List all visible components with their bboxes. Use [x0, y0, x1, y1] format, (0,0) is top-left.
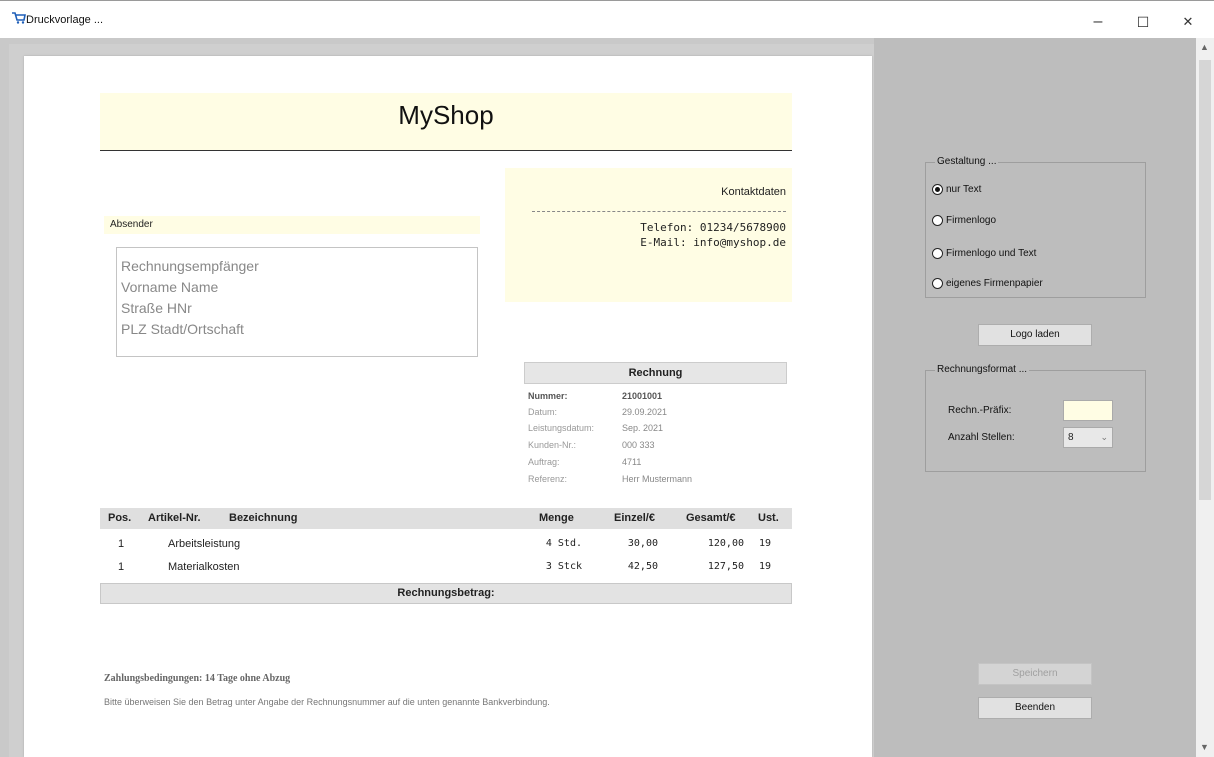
column-header-description: Bezeichnung: [229, 512, 298, 524]
invoice-heading: Rechnung: [524, 362, 787, 384]
radio-checked-icon[interactable]: [932, 184, 943, 195]
radio-icon[interactable]: [932, 248, 943, 259]
radio-icon[interactable]: [932, 215, 943, 226]
item-pos: 1: [118, 561, 125, 573]
payment-note: Bitte überweisen Sie den Betrag unter An…: [104, 697, 550, 707]
close-button[interactable]: ✕: [1168, 9, 1208, 35]
format-groupbox: [925, 370, 1146, 472]
detail-label: Datum:: [528, 407, 558, 417]
invoice-page: [24, 56, 872, 757]
shop-name: MyShop: [398, 100, 494, 130]
scrollbar-thumb[interactable]: [1199, 60, 1211, 500]
item-quantity: 3 Stck: [545, 561, 582, 572]
recipient-address-box: Rechnungsempfänger Vorname Name Straße H…: [116, 247, 478, 357]
recipient-line: Rechnungsempfänger: [121, 258, 259, 274]
item-total: 120,00: [707, 538, 744, 549]
item-vat: 19: [759, 561, 772, 572]
minimize-button[interactable]: –: [1078, 9, 1118, 35]
scroll-down-arrow-icon[interactable]: ▼: [1200, 742, 1209, 752]
total-label: Rechnungsbetrag:: [397, 587, 495, 599]
title-bar: Druckvorlage ... – ☐ ✕: [0, 0, 1214, 38]
item-total: 127,50: [707, 561, 744, 572]
item-quantity: 4 Std.: [545, 538, 582, 549]
window-title: Druckvorlage ...: [26, 14, 104, 26]
scroll-up-arrow-icon[interactable]: ▲: [1200, 42, 1209, 52]
contact-title: Kontaktdaten: [721, 186, 786, 198]
digits-label: Anzahl Stellen:: [948, 432, 1015, 443]
recipient-line: PLZ Stadt/Ortschaft: [121, 321, 244, 337]
payment-terms: Zahlungsbedingungen: 14 Tage ohne Abzug: [104, 673, 291, 684]
maximize-button[interactable]: ☐: [1123, 9, 1163, 35]
chevron-down-icon: ⌄: [1100, 432, 1108, 442]
option-label: nur Text: [946, 184, 982, 195]
contact-phone: Telefon: 01234/5678900: [640, 221, 786, 234]
option-logo[interactable]: Firmenlogo: [932, 215, 996, 226]
detail-value: Sep. 2021: [622, 423, 664, 433]
detail-label: Auftrag:: [528, 457, 560, 467]
column-header-total: Gesamt/€: [686, 512, 736, 524]
shopping-cart-icon: [12, 12, 26, 24]
item-unit-price: 42,50: [627, 561, 658, 572]
sender-band: [104, 216, 480, 234]
option-logo-and-text[interactable]: Firmenlogo und Text: [932, 248, 1036, 259]
prefix-label: Rechn.-Präfix:: [948, 405, 1012, 416]
detail-value: 000 333: [622, 440, 655, 450]
option-own-letterhead[interactable]: eigenes Firmenpapier: [932, 278, 1043, 289]
option-text-only[interactable]: nur Text: [932, 184, 981, 195]
recipient-line: Straße HNr: [121, 300, 192, 316]
prefix-input[interactable]: [1063, 400, 1113, 421]
recipient-line: Vorname Name: [121, 279, 219, 295]
sender-label: Absender: [110, 219, 153, 230]
detail-label: Leistungsdatum:: [528, 423, 595, 433]
radio-icon[interactable]: [932, 278, 943, 289]
detail-label: Referenz:: [528, 474, 568, 484]
item-description: Materialkosten: [168, 561, 240, 573]
save-button[interactable]: Speichern: [978, 663, 1092, 685]
detail-value: 21001001: [622, 391, 663, 401]
column-header-article: Artikel-Nr.: [148, 512, 201, 524]
detail-value: 4711: [622, 457, 642, 467]
detail-value: 29.09.2021: [622, 407, 668, 417]
item-description: Arbeitsleistung: [168, 538, 241, 550]
detail-label: Nummer:: [528, 391, 568, 401]
digits-select[interactable]: 8 ⌄: [1063, 427, 1113, 448]
item-unit-price: 30,00: [627, 538, 658, 549]
option-label: eigenes Firmenpapier: [946, 278, 1043, 289]
load-logo-button[interactable]: Logo laden: [978, 324, 1092, 346]
item-vat: 19: [759, 538, 772, 549]
quit-button[interactable]: Beenden: [978, 697, 1092, 719]
column-header-quantity: Menge: [539, 512, 574, 524]
detail-label: Kunden-Nr.:: [528, 440, 577, 450]
column-header-unit-price: Einzel/€: [614, 512, 655, 524]
option-label: Firmenlogo: [946, 215, 997, 226]
column-header-vat: Ust.: [758, 512, 779, 524]
item-pos: 1: [118, 538, 125, 550]
column-header-pos: Pos.: [108, 512, 132, 524]
format-group-label: Rechnungsformat ...: [935, 364, 1030, 375]
detail-value: Herr Mustermann: [622, 474, 693, 484]
vertical-scrollbar[interactable]: ▲ ▼: [1196, 38, 1214, 757]
contact-email: E-Mail: info@myshop.de: [640, 236, 786, 249]
digits-value: 8: [1068, 432, 1074, 443]
option-label: Firmenlogo und Text: [946, 248, 1037, 259]
design-group-label: Gestaltung ...: [935, 156, 999, 167]
contact-separator: [532, 211, 786, 212]
